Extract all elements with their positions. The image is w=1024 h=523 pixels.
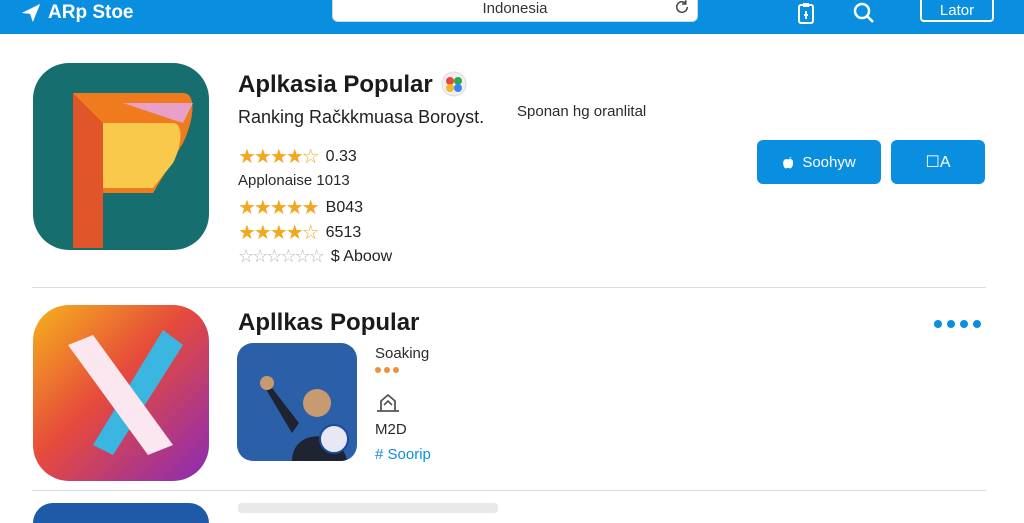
app-screenshot[interactable] [237,343,357,461]
brand-label: ARp Stoe [48,2,134,23]
app-icon-x[interactable] [33,305,209,481]
app-meta: Applonaise 1013 [238,172,350,189]
top-bar: ARp Stoe Indonesia Lator [0,0,1024,34]
price-label: $ Aboow [330,247,393,265]
star-rating-icon: ★★★★☆ [238,146,320,168]
search-icon[interactable] [852,1,876,25]
rating-row-3: ★★★★☆ 6513 [238,220,361,245]
rating-value: 0.33 [325,147,357,165]
star-rating-empty-icon: ☆☆☆☆☆☆ [238,246,325,266]
app-logo-p-icon [33,63,209,250]
more-options-icon[interactable] [934,320,981,328]
app-title-2[interactable]: Apllkas Popular [238,309,419,337]
orange-dots-icon [375,367,399,373]
app-link[interactable]: # Soorip [375,446,431,463]
search-input[interactable]: Indonesia [332,0,698,22]
clipboard-icon[interactable] [794,1,818,25]
app-store-bird-icon [21,3,41,23]
rating-row-4: ☆☆☆☆☆☆ $ Aboow [238,246,392,267]
app-icon-p[interactable] [33,63,209,250]
secondary-button[interactable]: ☐А [891,140,985,184]
app-store-logo[interactable]: ARp Stoe [20,2,134,24]
search-text: Indonesia [482,0,548,17]
rating-value-2: B043 [325,198,364,216]
get-button-label: Soohyw [802,153,856,171]
get-button[interactable]: Soohyw [757,140,881,184]
reload-icon[interactable] [673,0,691,16]
person-photo-icon [237,343,357,461]
divider [32,287,986,288]
star-rating-icon: ★★★★★ [238,197,320,219]
app-note: Sponan hg oranlital [517,103,647,120]
app-logo-x-icon [33,305,209,481]
colorful-badge-icon [441,71,467,97]
login-button[interactable]: Lator [920,0,994,22]
rating-row-1: ★★★★☆ 0.33 [238,144,357,169]
app-label-1: Soaking [375,345,430,362]
app-subtitle: Ranking Račkkmuasa Boroyst. [238,107,485,127]
divider-2 [32,490,986,491]
scale-icon [377,393,399,412]
app-title[interactable]: Aplkasia Popular [238,71,433,99]
rating-row-2: ★★★★★ B043 [238,195,363,220]
rating-value-3: 6513 [325,223,362,241]
app-label-2: M2D [375,421,407,438]
star-rating-icon: ★★★★☆ [238,222,320,244]
app-icon-partial[interactable] [33,503,209,523]
apple-icon [783,157,794,169]
